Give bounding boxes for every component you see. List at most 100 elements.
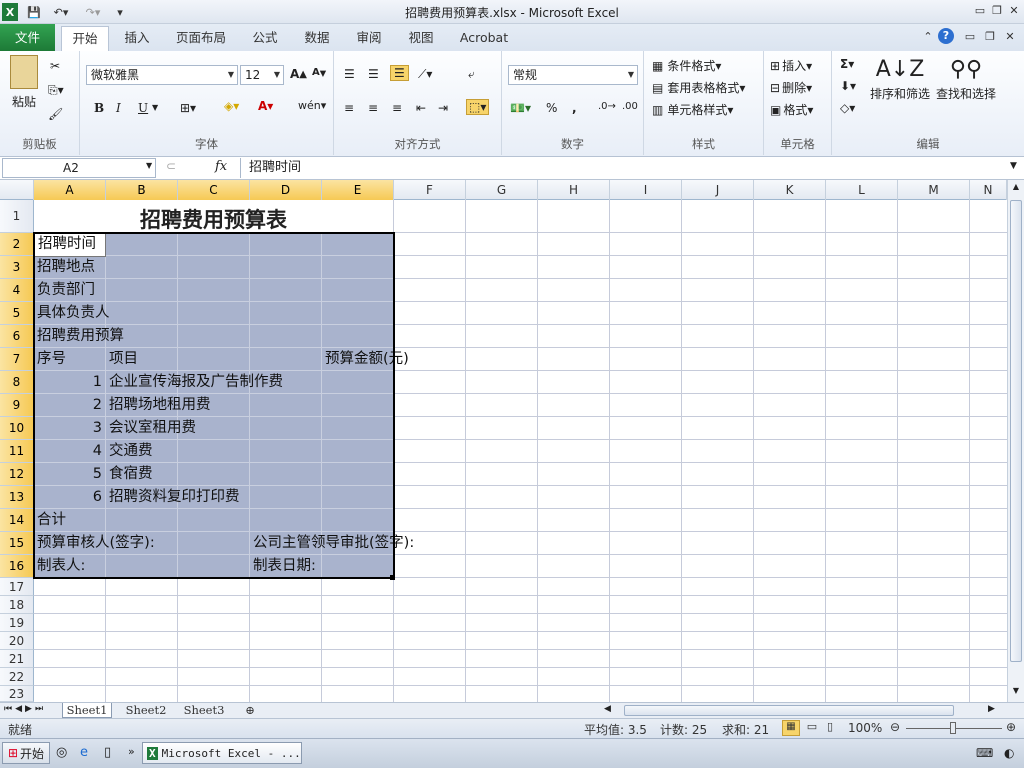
formula-bar-handle-icon[interactable]: ⊂ — [166, 159, 176, 173]
cell-a3[interactable]: 招聘地点 — [34, 256, 98, 279]
item-no[interactable]: 2 — [34, 394, 105, 417]
bold-button[interactable]: B — [94, 101, 104, 115]
autosum-button[interactable]: Σ ▾ — [840, 57, 854, 71]
column-header[interactable]: M — [898, 180, 970, 200]
row-header[interactable]: 13 — [0, 486, 34, 509]
scroll-up-icon[interactable]: ▲ — [1010, 182, 1022, 194]
cell-d16[interactable]: 制表日期: — [250, 555, 319, 578]
sort-filter-button[interactable]: A↓Z 排序和筛选 — [870, 55, 930, 102]
item-no[interactable]: 4 — [34, 440, 105, 463]
item-name[interactable]: 会议室租用费 — [106, 417, 199, 440]
row-header[interactable]: 19 — [0, 614, 34, 632]
wrap-text-icon[interactable]: ⤶ — [468, 67, 475, 82]
row-header[interactable]: 20 — [0, 632, 34, 650]
row-header[interactable]: 1 — [0, 200, 34, 233]
clear-icon[interactable]: ◇▾ — [840, 101, 855, 115]
row-header[interactable]: 10 — [0, 417, 34, 440]
cell-a16[interactable]: 制表人: — [34, 555, 88, 578]
cell-a6[interactable]: 招聘费用预算 — [34, 325, 127, 348]
column-header[interactable]: F — [394, 180, 466, 200]
comma-button[interactable]: , — [572, 101, 577, 115]
sheet-tab[interactable]: Sheet3 — [178, 703, 230, 718]
close-icon[interactable]: ✕ — [1006, 3, 1022, 19]
item-no[interactable]: 5 — [34, 463, 105, 486]
scroll-down-icon[interactable]: ▼ — [1010, 686, 1022, 698]
item-name[interactable]: 招聘资料复印打印费 — [106, 486, 243, 509]
formula-input[interactable]: 招聘时间 — [240, 158, 1004, 178]
column-header[interactable]: L — [826, 180, 898, 200]
name-box[interactable]: A2 — [2, 158, 156, 178]
worksheet-grid[interactable]: A B C D E F G H I J K L M N 1 2 3 4 5 6 … — [0, 180, 1007, 702]
item-no[interactable]: 3 — [34, 417, 105, 440]
font-size-select[interactable]: 12 ▼ — [240, 65, 284, 85]
zoom-out-icon[interactable]: ⊖ — [890, 720, 900, 734]
column-header[interactable]: C — [178, 180, 250, 200]
row-header[interactable]: 14 — [0, 509, 34, 532]
delete-cells-button[interactable]: ⊟ 删除 ▾ — [770, 79, 812, 96]
item-name[interactable]: 交通费 — [106, 440, 156, 463]
row-header[interactable]: 4 — [0, 279, 34, 302]
font-family-select[interactable]: 微软雅黑 ▼ — [86, 65, 238, 85]
page-layout-view-icon[interactable]: ▭ — [804, 720, 820, 733]
tab-acrobat[interactable]: Acrobat — [454, 26, 514, 51]
row-header[interactable]: 23 — [0, 686, 34, 702]
cells-area[interactable]: 招聘费用预算表 招聘时间 招聘地点 负责部门 具体负责人 招聘费用预算 序号 项… — [33, 200, 1007, 702]
column-header[interactable]: D — [250, 180, 322, 200]
cell-a7[interactable]: 序号 — [34, 348, 69, 371]
percent-button[interactable]: % — [546, 101, 557, 115]
column-header[interactable]: N — [970, 180, 1007, 200]
item-no[interactable]: 1 — [34, 371, 105, 394]
row-header[interactable]: 7 — [0, 348, 34, 371]
orientation-icon[interactable]: ⟋▾ — [418, 67, 432, 82]
shrink-font-icon[interactable]: A ▼ — [312, 67, 326, 78]
column-header[interactable]: K — [754, 180, 826, 200]
minimize-icon[interactable]: ▭ — [972, 3, 988, 19]
item-no[interactable]: 6 — [34, 486, 105, 509]
cell-styles-button[interactable]: ▥ 单元格样式 ▾ — [652, 101, 733, 118]
collapse-ribbon-icon[interactable]: ⌃ — [920, 29, 936, 45]
conditional-format-button[interactable]: ▦ 条件格式 ▾ — [652, 57, 721, 74]
expand-formula-bar-icon[interactable]: ▼ — [1010, 161, 1017, 171]
tab-data[interactable]: 数据 — [296, 26, 338, 51]
tab-formulas[interactable]: 公式 — [244, 26, 286, 51]
fill-icon[interactable]: ⬇▾ — [840, 79, 856, 93]
tab-review[interactable]: 审阅 — [348, 26, 390, 51]
zoom-slider-thumb[interactable] — [950, 722, 956, 734]
tab-insert[interactable]: 插入 — [115, 26, 159, 51]
row-header[interactable]: 9 — [0, 394, 34, 417]
currency-icon[interactable]: 💵▾ — [510, 101, 531, 115]
item-name[interactable]: 招聘场地租用费 — [106, 394, 214, 417]
align-middle-icon[interactable]: ☰ — [368, 67, 379, 81]
zoom-level[interactable]: 100% — [848, 721, 882, 735]
doc-close-icon[interactable]: ✕ — [1002, 29, 1018, 45]
hscroll-left-icon[interactable]: ◀ — [604, 704, 611, 714]
row-header[interactable]: 18 — [0, 596, 34, 614]
increase-indent-icon[interactable]: ⇥ — [438, 101, 448, 115]
copy-icon[interactable]: ⎘▾ — [48, 83, 64, 98]
name-box-dropdown-icon[interactable]: ▼ — [146, 161, 152, 170]
align-left-icon[interactable]: ≡ — [344, 101, 354, 115]
cell-a14[interactable]: 合计 — [34, 509, 69, 532]
row-header[interactable]: 8 — [0, 371, 34, 394]
sheet-nav-icon[interactable]: ⏮◀▶⏭ — [4, 704, 46, 714]
taskbar-excel-button[interactable]: X Microsoft Excel - ... — [142, 742, 302, 764]
sheet-tab[interactable]: Sheet1 — [62, 703, 112, 718]
column-header[interactable]: E — [322, 180, 394, 200]
tab-view[interactable]: 视图 — [400, 26, 442, 51]
doc-restore-icon[interactable]: ❐ — [982, 29, 998, 45]
italic-button[interactable]: I — [116, 101, 121, 115]
normal-view-icon[interactable]: ▦ — [782, 720, 800, 736]
help-icon[interactable]: ? — [938, 28, 954, 44]
format-as-table-button[interactable]: ▤ 套用表格格式 ▾ — [652, 79, 745, 96]
row-header[interactable]: 3 — [0, 256, 34, 279]
font-color-icon[interactable]: A▾ — [258, 99, 273, 113]
cut-icon[interactable]: ✂ — [50, 59, 60, 73]
row-header[interactable]: 15 — [0, 532, 34, 555]
insert-cells-button[interactable]: ⊞ 插入 ▾ — [770, 57, 812, 74]
select-all-corner[interactable] — [0, 180, 34, 200]
underline-dropdown-icon[interactable]: ▼ — [152, 103, 158, 112]
row-header[interactable]: 21 — [0, 650, 34, 668]
row-header[interactable]: 12 — [0, 463, 34, 486]
cell-a15[interactable]: 预算审核人(签字): — [34, 532, 158, 555]
quick-launch-app-icon[interactable]: ▯ — [104, 745, 111, 760]
